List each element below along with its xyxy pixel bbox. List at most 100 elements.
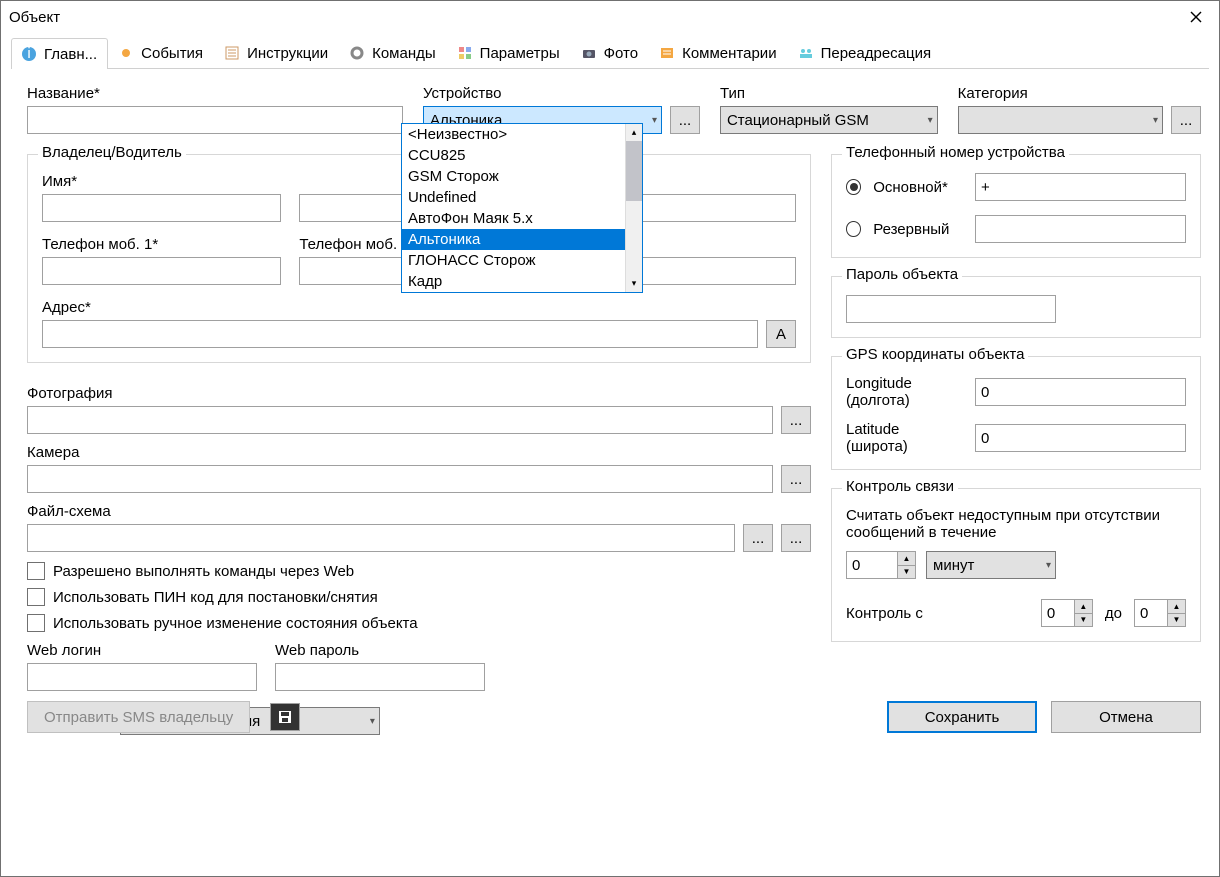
web-login-input[interactable] [27, 663, 257, 691]
scheme-input[interactable] [27, 524, 735, 552]
owner-name-input[interactable] [42, 194, 281, 222]
link-unit-combo[interactable]: минут ▾ [926, 551, 1056, 579]
scheme-extra-button[interactable]: ... [781, 524, 811, 552]
type-combo[interactable]: Стационарный GSM ▾ [720, 106, 938, 134]
link-unit-value: минут [933, 557, 974, 574]
spin-down-icon[interactable]: ▼ [898, 566, 915, 579]
latitude-input[interactable] [975, 424, 1186, 452]
object-password-input[interactable] [846, 295, 1056, 323]
close-icon[interactable] [1173, 2, 1219, 32]
tab-comments[interactable]: Комментарии [649, 37, 787, 68]
owner-group-title: Владелец/Водитель [38, 144, 186, 161]
control-from-label: Контроль с [846, 605, 923, 622]
phone-primary-input[interactable] [975, 173, 1186, 201]
phone1-input[interactable] [42, 257, 281, 285]
name-label: Название* [27, 85, 403, 102]
tab-redirect[interactable]: Переадресация [788, 37, 943, 68]
link-timeout-input[interactable] [846, 551, 898, 579]
tab-parameters[interactable]: Параметры [447, 37, 571, 68]
control-to-spinner[interactable]: ▲▼ [1134, 599, 1186, 627]
longitude-input[interactable] [975, 378, 1186, 406]
tab-instructions[interactable]: Инструкции [214, 37, 339, 68]
window-title: Объект [9, 9, 60, 26]
photo-input[interactable] [27, 406, 773, 434]
web-login-label: Web логин [27, 642, 257, 659]
control-from-spinner[interactable]: ▲▼ [1041, 599, 1093, 627]
scroll-up-icon[interactable]: ▴ [626, 124, 642, 141]
category-label: Категория [958, 85, 1201, 102]
control-to-input[interactable] [1134, 599, 1168, 627]
tab-events[interactable]: События [108, 37, 214, 68]
save-icon-button[interactable] [270, 703, 300, 731]
phone1-label: Телефон моб. 1* [42, 236, 281, 253]
floppy-icon [277, 709, 293, 725]
tab-main[interactable]: i Главн... [11, 38, 108, 69]
link-group-title: Контроль связи [842, 478, 958, 495]
spin-down-icon[interactable]: ▼ [1168, 614, 1185, 627]
spin-up-icon[interactable]: ▲ [1075, 600, 1092, 614]
list-icon [223, 44, 241, 62]
tab-label: Переадресация [821, 45, 932, 62]
device-option[interactable]: <Неизвестно> [402, 124, 625, 145]
grid-icon [456, 44, 474, 62]
category-combo[interactable]: ▾ [958, 106, 1163, 134]
camera-icon [580, 44, 598, 62]
control-from-input[interactable] [1041, 599, 1075, 627]
device-option[interactable]: GSM Сторож [402, 166, 625, 187]
device-option-selected[interactable]: Альтоника [402, 229, 625, 250]
use-pin-label: Использовать ПИН код для постановки/снят… [53, 589, 378, 606]
tab-label: Инструкции [247, 45, 328, 62]
tab-photo[interactable]: Фото [571, 37, 649, 68]
note-icon [658, 44, 676, 62]
device-option[interactable]: ГЛОНАСС Сторож [402, 250, 625, 271]
chevron-down-icon: ▾ [1046, 560, 1051, 571]
address-button[interactable]: A [766, 320, 796, 348]
address-input[interactable] [42, 320, 758, 348]
scroll-down-icon[interactable]: ▾ [626, 275, 642, 292]
tab-commands[interactable]: Команды [339, 37, 447, 68]
name-input[interactable] [27, 106, 403, 134]
camera-label: Камера [27, 444, 811, 461]
scheme-browse-button[interactable]: ... [743, 524, 773, 552]
link-timeout-spinner[interactable]: ▲▼ [846, 551, 916, 579]
use-pin-checkbox[interactable] [27, 588, 45, 606]
chevron-down-icon: ▾ [652, 115, 657, 126]
device-option[interactable]: CCU825 [402, 145, 625, 166]
radio-backup-label: Резервный [873, 221, 963, 238]
spin-up-icon[interactable]: ▲ [898, 552, 915, 566]
gear-icon [348, 44, 366, 62]
longitude-label: Longitude (долгота) [846, 375, 963, 409]
radio-primary[interactable] [846, 179, 861, 195]
tab-label: Команды [372, 45, 436, 62]
camera-browse-button[interactable]: ... [781, 465, 811, 493]
link-text: Считать объект недоступным при отсутстви… [846, 507, 1186, 541]
phone-backup-input[interactable] [975, 215, 1186, 243]
allow-web-checkbox[interactable] [27, 562, 45, 580]
device-dropdown-list[interactable]: <Неизвестно> CCU825 GSM Сторож Undefined… [401, 123, 643, 293]
tab-label: Фото [604, 45, 638, 62]
photo-browse-button[interactable]: ... [781, 406, 811, 434]
tab-label: Параметры [480, 45, 560, 62]
radio-backup[interactable] [846, 221, 861, 237]
device-browse-button[interactable]: ... [670, 106, 700, 134]
device-option[interactable]: АвтоФон Маяк 5.x [402, 208, 625, 229]
camera-input[interactable] [27, 465, 773, 493]
password-group-title: Пароль объекта [842, 266, 962, 283]
spin-up-icon[interactable]: ▲ [1168, 600, 1185, 614]
people-icon [797, 44, 815, 62]
send-sms-button[interactable]: Отправить SMS владельцу [27, 701, 250, 733]
web-pass-input[interactable] [275, 663, 485, 691]
save-button[interactable]: Сохранить [887, 701, 1037, 733]
info-icon: i [20, 45, 38, 63]
cancel-button[interactable]: Отмена [1051, 701, 1201, 733]
type-label: Тип [720, 85, 938, 102]
dropdown-scrollbar[interactable]: ▴ ▾ [625, 124, 642, 292]
tab-label: События [141, 45, 203, 62]
tab-label: Главн... [44, 46, 97, 63]
device-option[interactable]: Кадр [402, 271, 625, 292]
manual-state-label: Использовать ручное изменение состояния … [53, 615, 418, 632]
category-browse-button[interactable]: ... [1171, 106, 1201, 134]
spin-down-icon[interactable]: ▼ [1075, 614, 1092, 627]
manual-state-checkbox[interactable] [27, 614, 45, 632]
device-option[interactable]: Undefined [402, 187, 625, 208]
